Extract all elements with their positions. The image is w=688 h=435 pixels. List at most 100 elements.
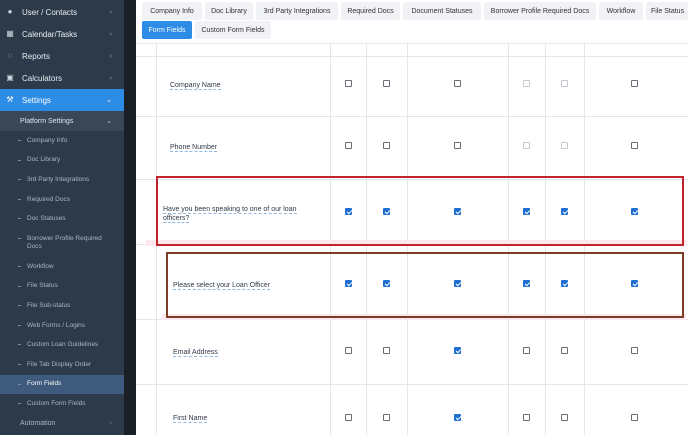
field-checkbox[interactable] [523, 80, 530, 87]
field-checkbox[interactable] [523, 414, 530, 421]
sidebar-item-label: Automation [20, 420, 56, 428]
field-checkbox[interactable] [631, 347, 638, 354]
sidebar-leaf-custom-loan-guidelines[interactable]: Custom Loan Guidelines [0, 335, 124, 355]
sidebar-item-automation[interactable]: Automation › [0, 414, 124, 434]
sidebar-divider [124, 0, 136, 435]
sidebar-leaf-web-forms-logins[interactable]: Web Forms / Logins [0, 316, 124, 336]
sidebar-leaf-file-tab-display-order[interactable]: File Tab Display Order [0, 355, 124, 375]
field-checkbox[interactable] [561, 280, 568, 287]
tab-company-info[interactable]: Company Info [142, 2, 202, 20]
sidebar-leaf-doc-library[interactable]: Doc Library [0, 151, 124, 171]
form-fields-table: Company Name Phone Number Have you been … [136, 44, 688, 435]
field-checkbox[interactable] [523, 208, 530, 215]
sidebar-leaf-file-sub-status[interactable]: File Sub-status [0, 296, 124, 316]
tab-doc-library[interactable]: Doc Library [205, 2, 253, 20]
sidebar-leaf-label: File Tab Display Order [27, 360, 92, 368]
sidebar-leaf-file-status[interactable]: File Status [0, 277, 124, 297]
sidebar-item-reports[interactable]: ◌ Reports › [0, 45, 124, 67]
chevron-right-icon: › [109, 30, 112, 38]
field-checkbox[interactable] [454, 280, 461, 287]
field-checkbox[interactable] [561, 80, 568, 87]
field-checkbox[interactable] [631, 80, 638, 87]
tab-label: Form Fields [148, 26, 186, 34]
table-row-label: Company Name [170, 81, 221, 90]
sidebar-item-label: Reports [22, 51, 51, 61]
sidebar-leaf-label: File Sub-status [27, 301, 71, 309]
sidebar-submenu-platform-settings[interactable]: Platform Settings ⌄ [0, 111, 124, 131]
field-checkbox[interactable] [631, 280, 638, 287]
sidebar-submenu-label: Platform Settings [20, 117, 74, 125]
field-checkbox[interactable] [345, 414, 352, 421]
field-checkbox[interactable] [631, 414, 638, 421]
field-checkbox[interactable] [631, 208, 638, 215]
tab-custom-form-fields[interactable]: Custom Form Fields [195, 21, 271, 39]
tab-workflow[interactable]: Workflow [599, 2, 643, 20]
tab-label: Borrower Profile Required Docs [490, 7, 590, 15]
calculator-icon: ▣ [6, 73, 14, 82]
tab-label: Doc Library [211, 7, 247, 15]
field-checkbox[interactable] [383, 280, 390, 287]
field-checkbox[interactable] [561, 414, 568, 421]
field-checkbox[interactable] [454, 80, 461, 87]
field-checkbox[interactable] [523, 280, 530, 287]
sidebar-item-user-contacts[interactable]: ● User / Contacts › [0, 1, 124, 23]
settings-tab-bar: Company Info Doc Library 3rd Party Integ… [136, 0, 688, 44]
sidebar-item-settings[interactable]: ⚒ Settings ⌄ [0, 89, 124, 111]
field-checkbox[interactable] [454, 208, 461, 215]
field-checkbox[interactable] [523, 347, 530, 354]
wrench-icon: ⚒ [6, 95, 14, 104]
sidebar-item-label: Calendar/Tasks [22, 29, 78, 39]
sidebar-leaf-required-docs[interactable]: Required Docs [0, 190, 124, 210]
field-checkbox[interactable] [561, 347, 568, 354]
chevron-right-icon: › [109, 52, 112, 60]
field-checkbox[interactable] [383, 414, 390, 421]
reports-icon: ◌ [7, 51, 13, 60]
sidebar-leaf-label: Web Forms / Logins [27, 321, 86, 329]
tab-document-statuses[interactable]: Document Statuses [403, 2, 481, 20]
sidebar-leaf-3rd-party-integrations[interactable]: 3rd Party Integrations [0, 170, 124, 190]
tab-label: Custom Form Fields [201, 26, 265, 34]
field-checkbox[interactable] [454, 142, 461, 149]
field-checkbox[interactable] [523, 142, 530, 149]
tab-required-docs[interactable]: Required Docs [341, 2, 400, 20]
field-checkbox[interactable] [383, 208, 390, 215]
tab-label: Required Docs [347, 7, 394, 15]
field-checkbox[interactable] [561, 208, 568, 215]
sidebar-leaf-workflow[interactable]: Workflow [0, 257, 124, 277]
tab-3rd-party-integrations[interactable]: 3rd Party Integrations [256, 2, 338, 20]
field-checkbox[interactable] [383, 80, 390, 87]
table-row-label: First Name [173, 414, 208, 423]
field-checkbox[interactable] [561, 142, 568, 149]
field-checkbox[interactable] [345, 347, 352, 354]
table-border [136, 116, 688, 117]
chevron-right-icon: › [109, 420, 112, 428]
tab-borrower-profile-required-docs[interactable]: Borrower Profile Required Docs [484, 2, 596, 20]
tab-file-status[interactable]: File Status [646, 2, 688, 20]
calendar-icon: ▦ [6, 29, 14, 38]
field-checkbox[interactable] [345, 208, 352, 215]
sidebar-leaf-label: Required Docs [27, 195, 70, 203]
tab-form-fields[interactable]: Form Fields [142, 21, 192, 39]
sidebar-leaf-doc-statuses[interactable]: Doc Statuses [0, 209, 124, 229]
field-checkbox[interactable] [345, 280, 352, 287]
tab-label: Company Info [150, 7, 194, 15]
sidebar-leaf-label: Company Info [27, 136, 68, 144]
field-checkbox[interactable] [345, 80, 352, 87]
sidebar-item-calendar-tasks[interactable]: ▦ Calendar/Tasks › [0, 23, 124, 45]
sidebar-leaf-form-fields[interactable]: Form Fields [0, 374, 124, 395]
field-checkbox[interactable] [383, 142, 390, 149]
tab-label: Workflow [606, 7, 636, 15]
sidebar-leaf-borrower-profile-required-docs[interactable]: Borrower Profile Required Docs [0, 229, 124, 257]
tab-label: File Status [651, 7, 685, 15]
sidebar-leaf-label: Custom Form Fields [27, 399, 86, 407]
field-checkbox[interactable] [345, 142, 352, 149]
field-checkbox[interactable] [383, 347, 390, 354]
field-checkbox[interactable] [454, 414, 461, 421]
sidebar-leaf-company-info[interactable]: Company Info [0, 131, 124, 151]
sidebar-leaf-label: Custom Loan Guidelines [27, 341, 99, 349]
sidebar-item-calculators[interactable]: ▣ Calculators › [0, 67, 124, 89]
sidebar-item-label: Calculators [22, 73, 63, 83]
sidebar-leaf-custom-form-fields[interactable]: Custom Form Fields [0, 394, 124, 414]
field-checkbox[interactable] [631, 142, 638, 149]
field-checkbox[interactable] [454, 347, 461, 354]
